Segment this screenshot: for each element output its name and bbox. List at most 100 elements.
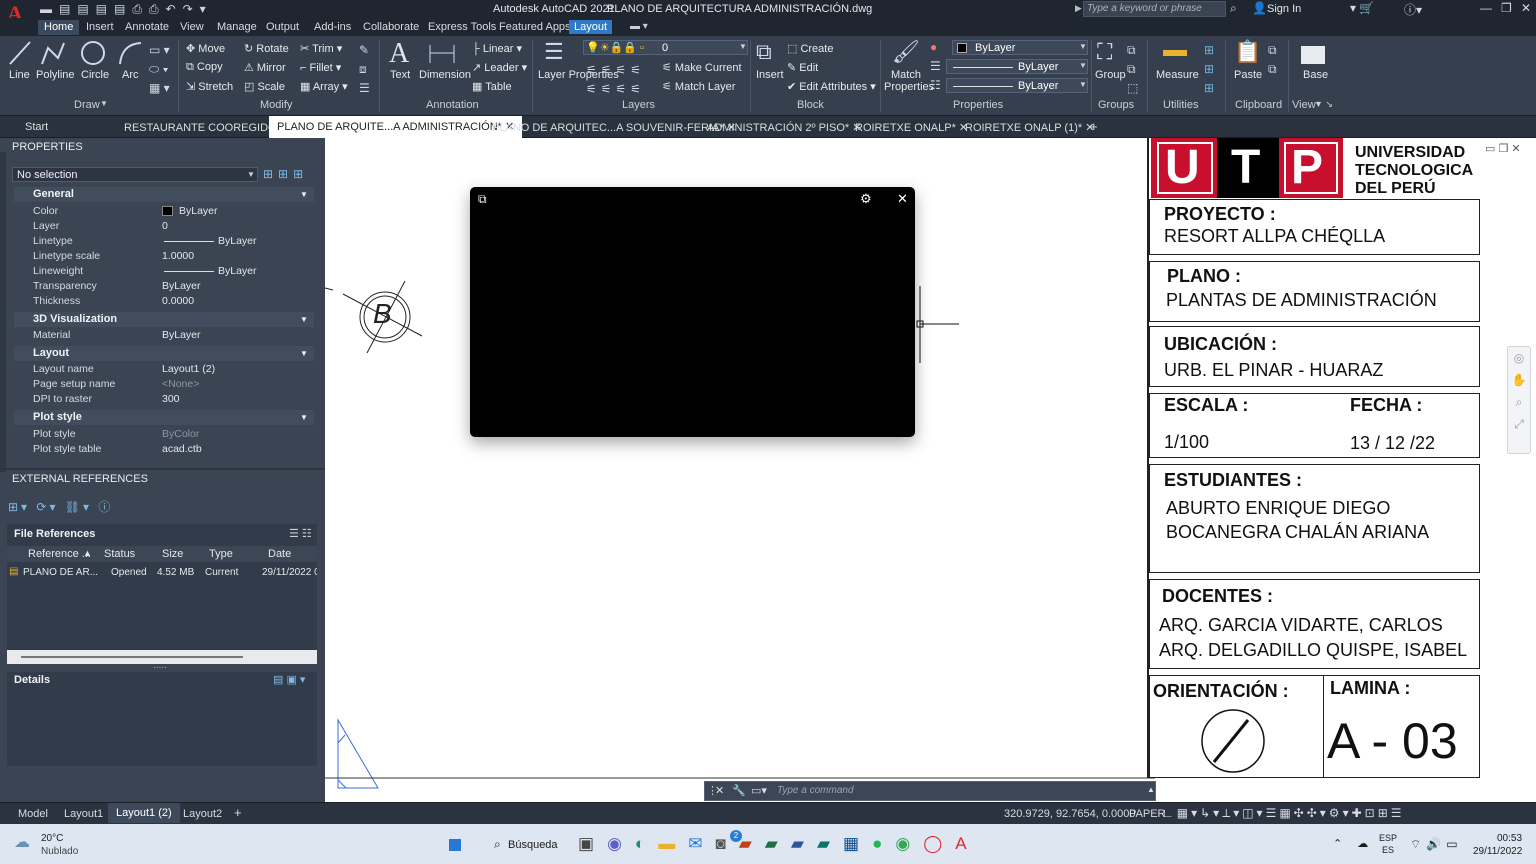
column-header-status[interactable]: Status bbox=[104, 548, 135, 560]
table-row[interactable]: ▤ PLANO DE AR... Opened 4.52 MB Current … bbox=[7, 565, 317, 581]
edit-button[interactable]: ✎ Edit bbox=[787, 61, 818, 74]
polyline-button[interactable]: Polyline bbox=[36, 69, 75, 81]
lineweight-dropdown[interactable]: ByLayer ▼ bbox=[946, 59, 1088, 74]
tab-manage[interactable]: Manage bbox=[217, 21, 257, 33]
ribbon-toggle-icon[interactable]: ▬ ▾ bbox=[630, 21, 648, 32]
clock-time[interactable]: 00:53 bbox=[1497, 833, 1522, 844]
prop-value-linetype[interactable]: ByLayer bbox=[162, 235, 257, 247]
close-icon[interactable]: ✕ bbox=[897, 191, 908, 207]
column-header-date[interactable]: Date bbox=[268, 548, 291, 560]
tab-collaborate[interactable]: Collaborate bbox=[363, 21, 419, 33]
quick-select-icons[interactable]: ⊞⊞⊞ bbox=[263, 167, 308, 181]
tab-layout[interactable]: Layout bbox=[569, 20, 613, 34]
clipboard-small-icons[interactable]: ⧉ ⧉ bbox=[1268, 41, 1277, 79]
paste-icon[interactable]: 📋 bbox=[1234, 39, 1261, 65]
doc-tab-roiretxe-1[interactable]: ROIRETXE ONALP (1)* ✕ bbox=[965, 121, 1094, 134]
layer-properties-icon[interactable]: ☰ bbox=[544, 39, 564, 65]
prop-value-page-setup[interactable]: <None> bbox=[162, 378, 199, 390]
wrench-icon[interactable]: 🔧 bbox=[732, 784, 746, 797]
doc-tab-souvenir[interactable]: PLANO DE ARQUITEC...A SOUVENIR-FERIA* ✕ bbox=[492, 121, 736, 134]
xref-toolbar-icons[interactable]: ⊞▾ ⟳▾ ⛓▾ ⓘ bbox=[8, 498, 113, 515]
column-header-type[interactable]: Type bbox=[209, 548, 233, 560]
color-dropdown[interactable]: ByLayer ▼ bbox=[952, 40, 1088, 55]
layout-tab-layout2[interactable]: Layout2 bbox=[183, 808, 222, 820]
arc-icon[interactable] bbox=[117, 40, 143, 66]
scrollbar-thumb[interactable] bbox=[21, 656, 243, 658]
prop-value-dpi[interactable]: 300 bbox=[162, 393, 180, 405]
prop-value-material[interactable]: ByLayer bbox=[162, 329, 201, 341]
modify-extra-icons[interactable]: ✎ ⧈ ☰ bbox=[359, 41, 370, 98]
fillet-button[interactable]: ⌐ Fillet ▾ bbox=[300, 61, 341, 74]
make-current-button[interactable]: ⚟ Make Current bbox=[662, 61, 742, 74]
view-toggle-icons[interactable]: ☰ ☷ bbox=[289, 527, 312, 540]
language-indicator[interactable]: ESP bbox=[1379, 833, 1397, 843]
viz-section-header[interactable]: 3D Visualization ▼ bbox=[14, 312, 314, 327]
block-group-label[interactable]: Block bbox=[797, 99, 824, 111]
measure-icon[interactable] bbox=[1163, 50, 1187, 56]
base-icon[interactable] bbox=[1301, 46, 1325, 64]
utility-small-icons[interactable]: ⊞ ⊞ ⊞ bbox=[1204, 41, 1214, 98]
color-wheel-icon[interactable]: ● bbox=[930, 40, 937, 54]
restore-button[interactable]: ❐ bbox=[1501, 1, 1512, 15]
add-layout-icon[interactable]: + bbox=[234, 805, 242, 820]
copy-button[interactable]: ⧉ Copy bbox=[186, 61, 223, 74]
insert-icon[interactable]: ⧉ bbox=[756, 39, 772, 65]
prop-value-layer[interactable]: 0 bbox=[162, 220, 168, 232]
prop-value-color[interactable]: ByLayer bbox=[162, 205, 218, 217]
cart-icon[interactable]: ▾ 🛒 bbox=[1350, 1, 1374, 15]
match-properties-icon[interactable]: 🖌 bbox=[892, 39, 920, 65]
details-icons[interactable]: ▤ ▣ ▾ bbox=[273, 673, 305, 686]
doc-tab-administracion-2[interactable]: ADMINISTRACIÓN 2º PISO* ✕ bbox=[707, 121, 861, 134]
collapse-icon[interactable]: ▼ bbox=[300, 410, 308, 425]
tab-add-ins[interactable]: Add-ins bbox=[314, 21, 351, 33]
prop-value-thickness[interactable]: 0.0000 bbox=[162, 295, 194, 307]
gear-icon[interactable]: ⚙ bbox=[860, 191, 872, 207]
doc-tab-start[interactable]: Start bbox=[25, 121, 48, 133]
prop-value-plot-style[interactable]: ByColor bbox=[162, 428, 199, 440]
tab-view[interactable]: View bbox=[180, 21, 204, 33]
tab-annotate[interactable]: Annotate bbox=[125, 21, 169, 33]
properties-group-label[interactable]: Properties bbox=[953, 99, 1003, 111]
collapse-icon[interactable]: ▼ bbox=[300, 187, 308, 202]
tab-home[interactable]: Home bbox=[38, 20, 80, 35]
video-overlay-window[interactable]: ⧉ ⚙ ✕ bbox=[470, 187, 915, 437]
layout-tab-layout1-2[interactable]: Layout1 (2) bbox=[108, 803, 180, 823]
new-tab-icon[interactable]: + bbox=[1090, 119, 1098, 134]
close-window-button[interactable]: ✕ bbox=[1521, 1, 1531, 15]
prop-value-layout-name[interactable]: Layout1 (2) bbox=[162, 363, 215, 375]
clipboard-group-label[interactable]: Clipboard bbox=[1235, 99, 1282, 111]
doc-tab-administracion[interactable]: PLANO DE ARQUITE...A ADMINISTRACIÓN* ✕ bbox=[269, 116, 523, 138]
prop-value-lineweight[interactable]: ByLayer bbox=[162, 265, 257, 277]
match-layer-button[interactable]: ⚟ Match Layer bbox=[662, 80, 735, 93]
annotation-group-label[interactable]: Annotation bbox=[426, 99, 479, 111]
column-header-size[interactable]: Size bbox=[162, 548, 183, 560]
array-button[interactable]: ▦ Array ▾ bbox=[300, 80, 348, 93]
linetype-dropdown[interactable]: ByLayer ▼ bbox=[946, 78, 1088, 93]
linear-button[interactable]: ├ Linear ▾ bbox=[472, 42, 522, 55]
general-section-header[interactable]: General ▼ bbox=[14, 187, 314, 202]
trim-button[interactable]: ✂ Trim ▾ bbox=[300, 42, 342, 55]
circle-icon[interactable] bbox=[80, 39, 106, 67]
draw-small-icons[interactable]: ▭ ▾ ⬭ ▾ ▦ ▾ bbox=[149, 41, 170, 98]
line-button[interactable]: Line bbox=[9, 69, 30, 81]
system-icons[interactable]: ⌔🔊▭ bbox=[1410, 837, 1463, 852]
search-icon[interactable]: ⌕ bbox=[1230, 1, 1237, 16]
group-icon[interactable]: ⛶ bbox=[1097, 39, 1112, 65]
scale-button[interactable]: ◰ Scale bbox=[244, 80, 285, 93]
groups-group-label[interactable]: Groups bbox=[1098, 99, 1134, 111]
layer-tool-icons[interactable]: ⚟⚟⚟⚟ ⚟⚟⚟⚟ bbox=[586, 61, 645, 99]
stretch-button[interactable]: ⇲ Stretch bbox=[186, 80, 233, 93]
group-button[interactable]: Group bbox=[1095, 69, 1126, 81]
viewport-controls[interactable]: ▭ ❐ ✕ bbox=[1485, 142, 1521, 155]
minimize-button[interactable]: — bbox=[1480, 1, 1492, 15]
match-properties-button[interactable]: Match Properties bbox=[884, 69, 934, 93]
layout-section-header[interactable]: Layout ▼ bbox=[14, 346, 314, 361]
polyline-icon[interactable] bbox=[40, 40, 66, 66]
navigation-bar[interactable]: ◎ ✋ ⌕ ⤢ bbox=[1507, 346, 1531, 454]
leader-button[interactable]: ↗ Leader ▾ bbox=[472, 61, 527, 74]
dimension-button[interactable]: Dimension bbox=[419, 69, 471, 81]
mirror-button[interactable]: ⚠ Mirror bbox=[244, 61, 286, 74]
column-header-reference[interactable]: Reference ... bbox=[28, 548, 91, 560]
collapse-icon[interactable]: ▼ bbox=[300, 346, 308, 361]
command-line[interactable]: ⋮ ✕ 🔧 ▭▾ Type a command ▲ bbox=[704, 781, 1156, 801]
